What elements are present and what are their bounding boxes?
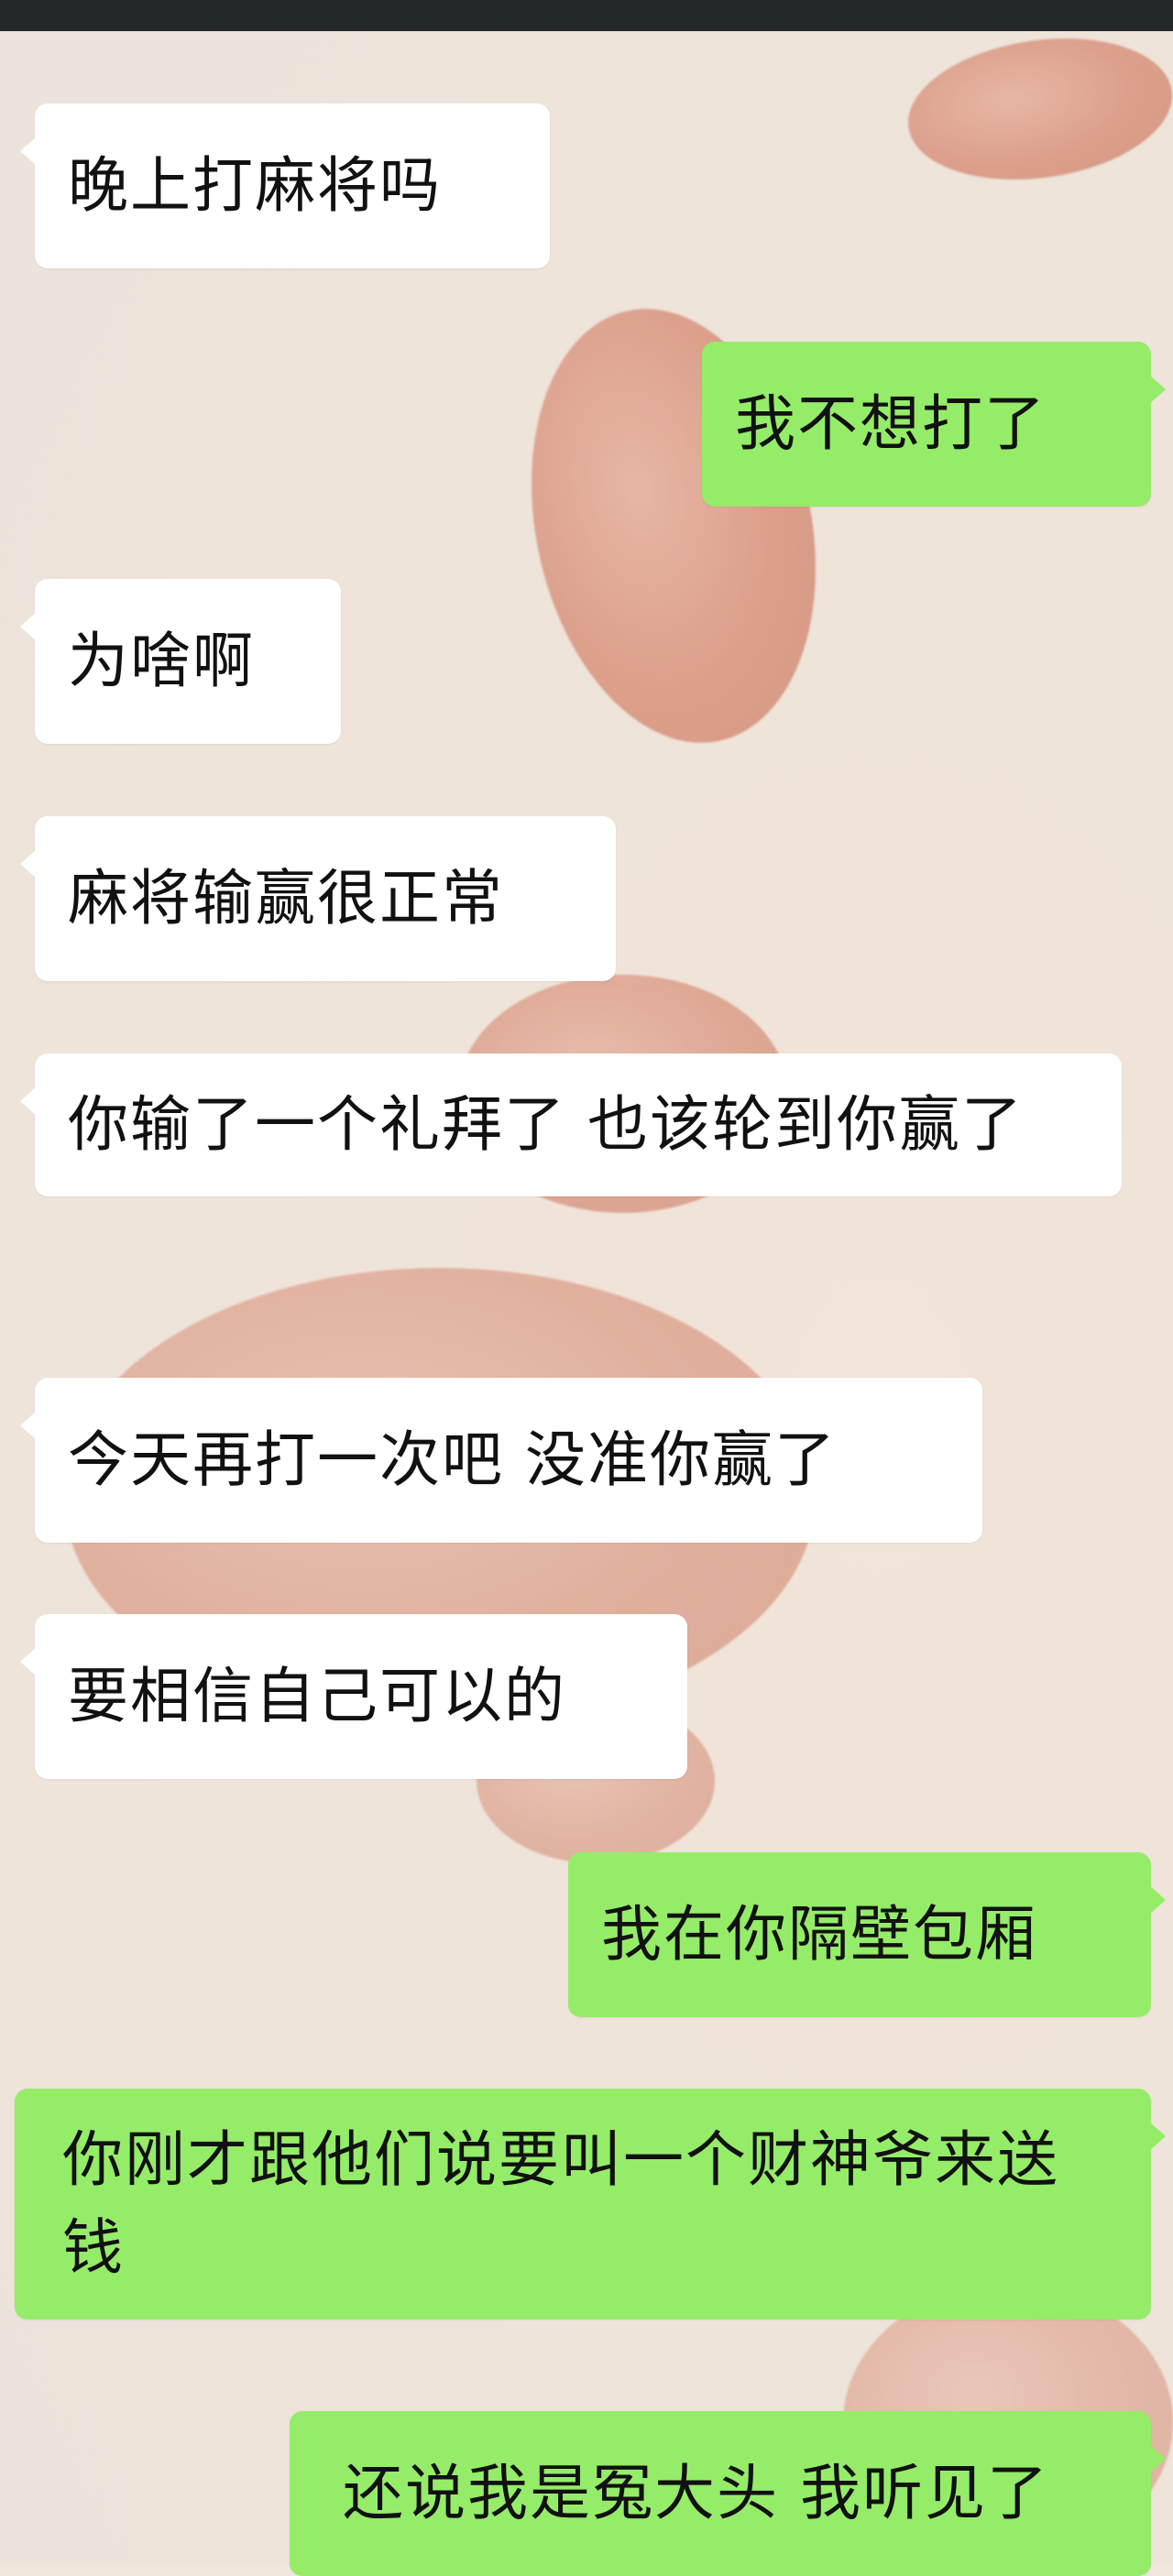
message-bubble[interactable]: 要相信自己可以的 bbox=[20, 1614, 687, 1779]
message-bubble[interactable]: 还说我是冤大头 我听见了 bbox=[290, 2411, 1166, 2576]
message-bubble[interactable]: 你刚才跟他们说要叫一个财神爷来送钱 bbox=[15, 2089, 1166, 2319]
message-bubble[interactable]: 你输了一个礼拜了 也该轮到你赢了 bbox=[20, 1053, 1122, 1196]
status-bar bbox=[0, 0, 1173, 31]
message-text: 今天再打一次吧 没准你赢了 bbox=[68, 1424, 837, 1495]
message-bubble[interactable]: 麻将输赢很正常 bbox=[20, 816, 616, 981]
message-bubble[interactable]: 为啥啊 bbox=[20, 579, 341, 744]
message-bubble[interactable]: 晚上打麻将吗 bbox=[20, 104, 550, 268]
message-text: 还说我是冤大头 我听见了 bbox=[343, 2458, 1049, 2528]
message-bubble[interactable]: 我在你隔壁包厢 bbox=[568, 1852, 1166, 2017]
message-text: 要相信自己可以的 bbox=[68, 1661, 566, 1731]
message-text: 你输了一个礼拜了 也该轮到你赢了 bbox=[68, 1089, 1024, 1160]
wallpaper-petal bbox=[898, 31, 1173, 196]
message-bubble[interactable]: 今天再打一次吧 没准你赢了 bbox=[20, 1378, 982, 1543]
message-text: 我不想打了 bbox=[735, 388, 1047, 459]
message-text: 晚上打麻将吗 bbox=[68, 150, 442, 221]
message-text: 为啥啊 bbox=[68, 626, 255, 696]
message-bubble[interactable]: 我不想打了 bbox=[702, 342, 1166, 507]
message-text: 麻将输赢很正常 bbox=[68, 863, 504, 933]
message-text: 你刚才跟他们说要叫一个财神爷来送钱 bbox=[62, 2124, 1059, 2283]
message-text: 我在你隔壁包厢 bbox=[601, 1899, 1037, 1970]
